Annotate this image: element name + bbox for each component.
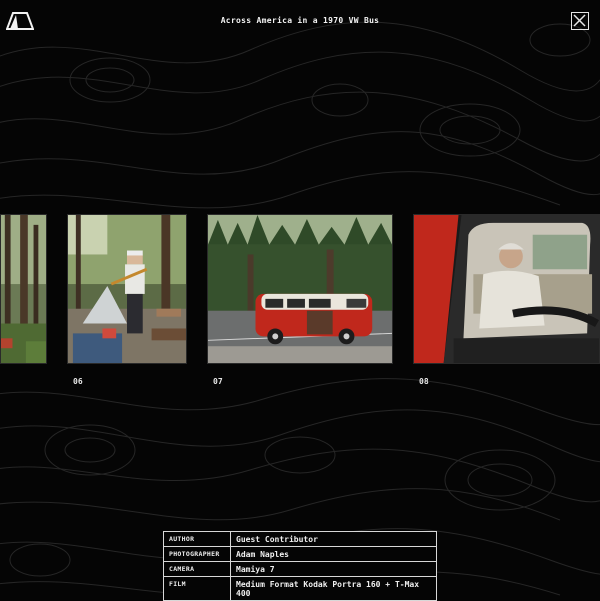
close-button[interactable] — [571, 12, 589, 30]
photo-red-vw-bus[interactable] — [207, 214, 393, 364]
details-label: CAMERA — [163, 561, 231, 577]
photo-driver-in-bus[interactable] — [413, 214, 600, 364]
photo-number-08: 08 — [419, 377, 429, 386]
page-title: Across America in a 1970 VW Bus — [220, 16, 380, 25]
photo-number-07: 07 — [213, 377, 223, 386]
details-value: Mamiya 7 — [230, 561, 437, 577]
details-row-photographer: PHOTOGRAPHER Adam Naples — [163, 546, 437, 562]
details-value: Medium Format Kodak Portra 160 + T-Max 4… — [230, 576, 437, 601]
details-row-film: FILM Medium Format Kodak Portra 160 + T-… — [163, 576, 437, 601]
details-row-author: AUTHOR Guest Contributor — [163, 531, 437, 547]
red-vw-bus-photo — [208, 215, 392, 363]
details-value: Adam Naples — [230, 546, 437, 562]
details-label: PHOTOGRAPHER — [163, 546, 231, 562]
camper-with-tent-photo — [68, 215, 186, 363]
details-row-camera: CAMERA Mamiya 7 — [163, 561, 437, 577]
photo-details-table: AUTHOR Guest Contributor PHOTOGRAPHER Ad… — [163, 531, 437, 601]
photo-camper-tent[interactable] — [67, 214, 187, 364]
details-value: Guest Contributor — [230, 531, 437, 547]
details-label: FILM — [163, 576, 231, 601]
close-icon — [573, 14, 586, 27]
photo-number-06: 06 — [73, 377, 83, 386]
forest-photo — [1, 215, 46, 363]
details-label: AUTHOR — [163, 531, 231, 547]
driver-in-bus-photo — [414, 215, 599, 363]
photo-forest[interactable] — [0, 214, 47, 364]
